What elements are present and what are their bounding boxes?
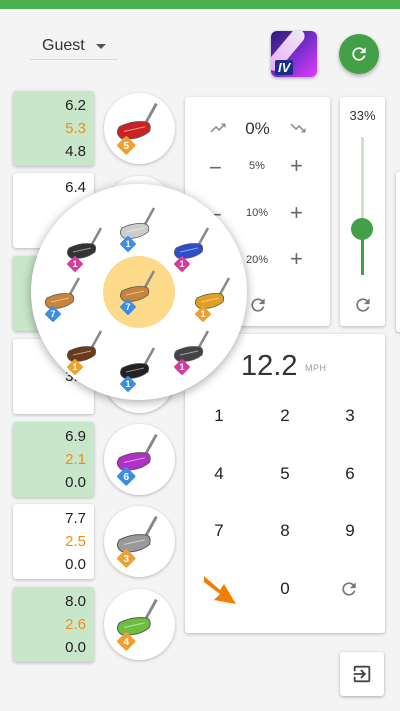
minus-5-button[interactable]: −	[209, 155, 222, 181]
speed-keypad: 12.2 MPH 1 2 3 4 5 6 7 8 9 0	[185, 334, 385, 633]
adjust-percent: 0%	[245, 119, 270, 138]
club-head-icon: 1	[195, 277, 231, 322]
slider-panel: 33%	[340, 97, 385, 326]
club-option[interactable]: 1	[61, 224, 111, 274]
stat-top: 7.7	[65, 510, 86, 527]
club-number: 5	[123, 141, 129, 152]
club-number: 1	[72, 259, 77, 269]
key-7[interactable]: 7	[194, 511, 244, 551]
stat-mid: 2.1	[65, 451, 86, 468]
plus-10-button[interactable]: +	[290, 200, 303, 226]
slider-thumb[interactable]	[351, 218, 373, 241]
club-button[interactable]: 3	[104, 506, 175, 577]
club-head-icon: 6	[116, 433, 158, 486]
club-number: 6	[123, 472, 129, 483]
key-4[interactable]: 4	[194, 454, 244, 494]
key-9[interactable]: 9	[325, 511, 375, 551]
plus-5-button[interactable]: +	[290, 153, 303, 179]
club-button[interactable]: 6	[104, 424, 175, 495]
stat-mid: 2.5	[65, 533, 86, 550]
reset-icon[interactable]	[339, 579, 359, 599]
key-8[interactable]: 8	[260, 511, 310, 551]
stat-top: 6.2	[65, 97, 86, 114]
club-head-icon: 1	[120, 347, 156, 392]
key-3[interactable]: 3	[325, 396, 375, 436]
club-number: 1	[72, 362, 77, 372]
caret-down-icon	[96, 44, 106, 49]
club-option[interactable]: 1	[168, 224, 218, 274]
club-number: 3	[123, 554, 129, 565]
reset-icon[interactable]	[353, 295, 373, 315]
stat-top: 6.4	[65, 179, 86, 196]
club-option[interactable]: 1	[114, 344, 164, 394]
stat-mid: 5.3	[65, 120, 86, 137]
club-head-icon: 3	[116, 515, 158, 568]
reset-icon[interactable]	[248, 295, 268, 315]
club-option[interactable]: 7	[39, 274, 89, 324]
trending-down-icon[interactable]	[287, 119, 309, 137]
club-number: 1	[125, 239, 130, 249]
key-1[interactable]: 1	[194, 396, 244, 436]
stat-card[interactable]: 6.9 2.1 0.0	[13, 422, 94, 497]
club-option[interactable]: 1	[168, 327, 218, 377]
club-head-icon: 5	[116, 102, 158, 155]
stat-bottom: 4.8	[65, 143, 86, 160]
club-option[interactable]: 1	[61, 327, 111, 377]
trending-up-icon[interactable]	[207, 119, 229, 137]
key-2[interactable]: 2	[260, 396, 310, 436]
user-name: Guest	[42, 36, 85, 54]
club-head-icon: 1	[174, 330, 210, 375]
club-number: 7	[50, 309, 55, 319]
key-0[interactable]: 0	[260, 569, 310, 609]
stat-top: 6.9	[65, 428, 86, 445]
club-number: 1	[125, 379, 130, 389]
club-button[interactable]: 4	[104, 589, 175, 660]
club-number: 7	[125, 302, 130, 312]
club-head-icon: 7	[45, 277, 81, 322]
side-panel-edge[interactable]	[396, 172, 400, 332]
exit-button[interactable]	[340, 652, 384, 696]
speed-unit: MPH	[305, 363, 327, 373]
app-badge-icon[interactable]: IV	[271, 31, 317, 77]
key-5[interactable]: 5	[260, 454, 310, 494]
slider-percent: 33%	[349, 108, 376, 123]
club-head-icon: 4	[116, 598, 158, 651]
club-option[interactable]: 1	[114, 204, 164, 254]
key-6[interactable]: 6	[325, 454, 375, 494]
stat-card[interactable]: 7.7 2.5 0.0	[13, 504, 94, 579]
club-head-icon: 1	[67, 227, 103, 272]
speed-value: 12.2	[241, 350, 298, 382]
refresh-icon	[352, 47, 366, 61]
stat-top: 8.0	[65, 593, 86, 610]
enter-arrow-icon[interactable]	[200, 570, 240, 606]
club-number: 1	[200, 309, 205, 319]
step-10: 10%	[245, 207, 269, 219]
club-button[interactable]: 5	[104, 93, 175, 164]
club-picker-popup: 1 1 1 7 7 1 1 1 1	[31, 184, 247, 400]
stat-card[interactable]: 6.2 5.3 4.8	[13, 91, 94, 166]
club-number: 1	[179, 362, 184, 372]
logout-icon	[353, 665, 371, 683]
club-head-icon: 1	[174, 227, 210, 272]
stat-bottom: 0.0	[65, 474, 86, 491]
club-head-icon: 7	[120, 270, 156, 315]
user-select[interactable]: Guest	[30, 32, 118, 60]
club-number: 4	[123, 637, 129, 648]
club-head-icon: 1	[67, 330, 103, 375]
step-5: 5%	[249, 160, 265, 172]
club-head-icon: 1	[120, 207, 156, 252]
club-number: 1	[179, 259, 184, 269]
top-accent-bar	[0, 0, 400, 9]
stat-card[interactable]: 8.0 2.6 0.0	[13, 587, 94, 662]
app-badge-label: IV	[275, 60, 294, 75]
stat-bottom: 0.0	[65, 639, 86, 656]
club-option[interactable]: 7	[114, 267, 164, 317]
stat-bottom: 0.0	[65, 556, 86, 573]
club-option[interactable]: 1	[189, 274, 239, 324]
plus-20-button[interactable]: +	[290, 246, 303, 272]
refresh-button[interactable]	[339, 34, 379, 74]
stat-mid: 2.6	[65, 616, 86, 633]
